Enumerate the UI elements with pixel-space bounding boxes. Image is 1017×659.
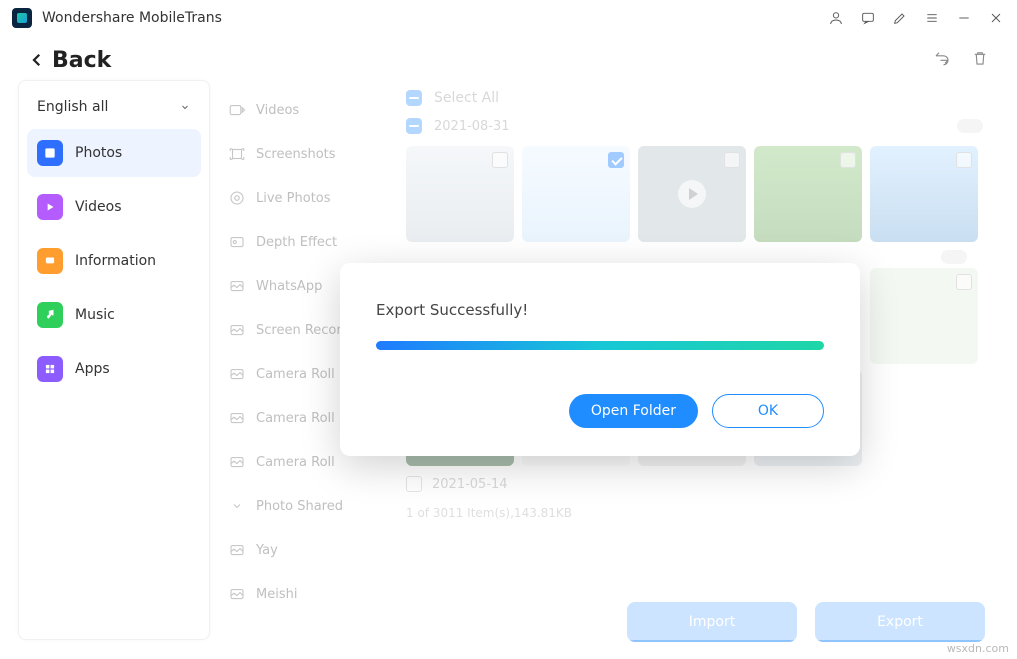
thumbnail[interactable] — [754, 146, 862, 242]
back-row: Back — [0, 36, 1017, 80]
back-button[interactable]: Back — [28, 48, 111, 73]
delete-icon[interactable] — [971, 49, 989, 71]
thumb-checkbox[interactable] — [956, 152, 972, 168]
thumbnail[interactable] — [638, 146, 746, 242]
album-item[interactable]: Screenshots — [218, 132, 396, 176]
status-text: 1 of 3011 Item(s),143.81KB — [406, 506, 999, 520]
group-date: 2021-05-14 — [432, 477, 508, 492]
open-folder-button[interactable]: Open Folder — [569, 394, 698, 428]
feedback-icon[interactable] — [859, 9, 877, 27]
album-item[interactable]: Meishi — [218, 572, 396, 616]
back-label: Back — [52, 48, 111, 73]
thumb-checkbox[interactable] — [840, 152, 856, 168]
close-icon[interactable] — [987, 9, 1005, 27]
nav-music[interactable]: Music — [27, 291, 201, 339]
thumb-checkbox[interactable] — [492, 152, 508, 168]
group-checkbox[interactable] — [406, 118, 422, 134]
nav-label: Music — [75, 307, 115, 323]
nav-videos[interactable]: Videos — [27, 183, 201, 231]
album-item[interactable]: Depth Effect — [218, 220, 396, 264]
select-all-row: Select All — [406, 84, 999, 112]
thumbnail[interactable] — [870, 146, 978, 242]
nav-label: Videos — [75, 199, 122, 215]
nav-label: Information — [75, 253, 156, 269]
export-success-modal: Export Successfully! Open Folder OK — [340, 263, 860, 456]
modal-title: Export Successfully! — [376, 301, 824, 319]
count-badge — [957, 119, 983, 133]
album-item[interactable]: Videos — [218, 88, 396, 132]
thumb-checkbox[interactable] — [956, 274, 972, 290]
edit-icon[interactable] — [891, 9, 909, 27]
nav-apps[interactable]: Apps — [27, 345, 201, 393]
nav-label: Photos — [75, 145, 122, 161]
album-item[interactable]: Photo Shared — [218, 484, 396, 528]
menu-icon[interactable] — [923, 9, 941, 27]
progress-bar — [376, 341, 824, 350]
language-selector[interactable]: English all — [27, 91, 201, 129]
ok-button[interactable]: OK — [712, 394, 824, 428]
select-all-checkbox[interactable] — [406, 90, 422, 106]
chevron-left-icon — [28, 51, 46, 69]
export-button[interactable]: Export — [815, 602, 985, 642]
nav-photos[interactable]: Photos — [27, 129, 201, 177]
thumbnail[interactable] — [870, 268, 978, 364]
thumbnail-grid — [406, 146, 999, 242]
import-button[interactable]: Import — [627, 602, 797, 642]
thumbnail[interactable] — [406, 146, 514, 242]
language-label: English all — [37, 99, 108, 115]
album-item[interactable]: Live Photos — [218, 176, 396, 220]
video-icon — [37, 194, 63, 220]
watermark: wsxdn.com — [947, 642, 1009, 655]
date-group-row: 2021-05-14 — [406, 476, 999, 492]
category-sidebar: English all Photos Videos Information Mu… — [18, 80, 210, 640]
date-group-row: 2021-08-31 — [406, 112, 999, 140]
titlebar: Wondershare MobileTrans — [0, 0, 1017, 36]
window-controls — [827, 9, 1005, 27]
thumb-checkbox[interactable] — [724, 152, 740, 168]
count-badge — [941, 250, 967, 264]
message-icon — [37, 248, 63, 274]
app-logo — [12, 8, 32, 28]
account-icon[interactable] — [827, 9, 845, 27]
minimize-icon[interactable] — [955, 9, 973, 27]
chevron-down-icon — [179, 101, 191, 113]
music-icon — [37, 302, 63, 328]
thumb-checkbox[interactable] — [608, 152, 624, 168]
album-item[interactable]: Yay — [218, 528, 396, 572]
group-checkbox[interactable] — [406, 476, 422, 492]
group-date: 2021-08-31 — [434, 119, 510, 134]
refresh-icon[interactable] — [933, 49, 951, 71]
apps-icon — [37, 356, 63, 382]
play-icon — [678, 180, 706, 208]
thumbnail[interactable] — [522, 146, 630, 242]
select-all-label: Select All — [434, 90, 499, 106]
action-buttons: Import Export — [627, 602, 985, 642]
app-title: Wondershare MobileTrans — [42, 10, 222, 26]
nav-label: Apps — [75, 361, 110, 377]
photo-icon — [37, 140, 63, 166]
nav-information[interactable]: Information — [27, 237, 201, 285]
